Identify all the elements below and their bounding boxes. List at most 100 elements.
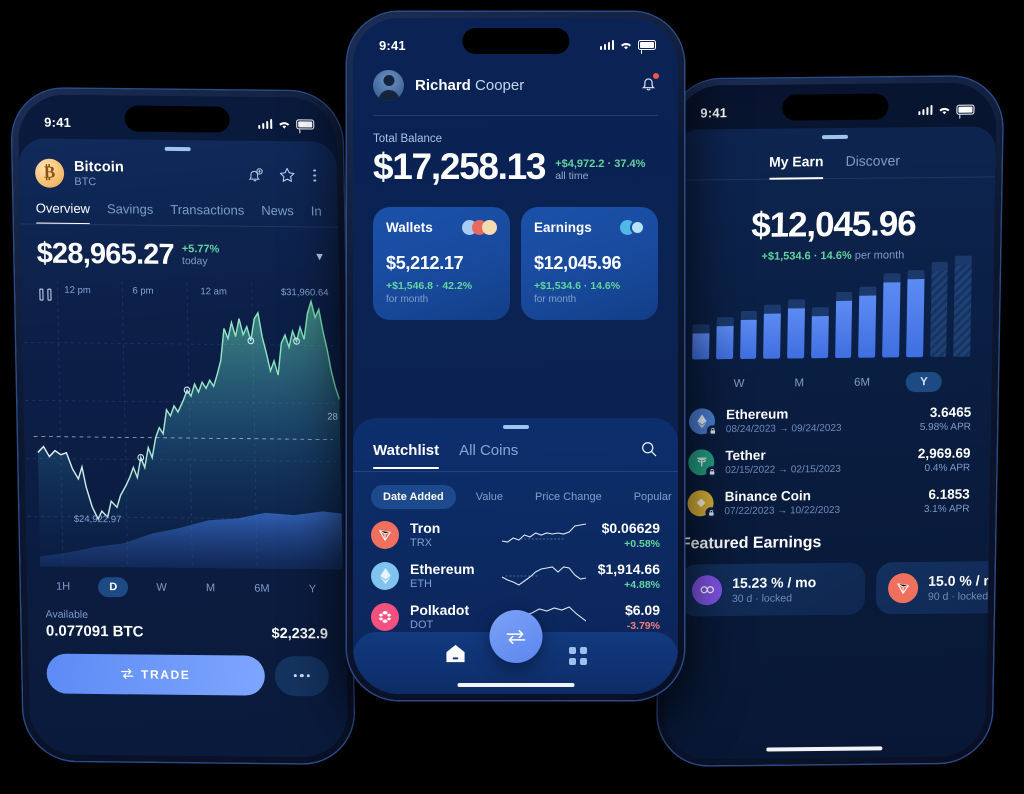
coin-meta: Ethereum ETH <box>410 561 502 590</box>
ethereum-icon <box>688 407 718 436</box>
wallets-card[interactable]: Wallets $5,212.17 +$1,546.8 · 42.2% for … <box>373 207 510 320</box>
user-last-name: Cooper <box>475 77 525 94</box>
coin-detail-sheet: ₿ Bitcoin BTC Overview Savings Transacti… <box>18 138 349 758</box>
available-usd: $2,232.9 <box>271 625 329 642</box>
list-item[interactable]: Tether 02/15/2022 → 02/15/2023 2,969.69 … <box>668 432 991 477</box>
status-indicators <box>257 118 315 130</box>
coin-change: +0.58% <box>624 537 660 550</box>
list-item[interactable]: Tron TRX $0.06629 +0.58% <box>353 509 678 550</box>
status-time: 9:41 <box>700 104 728 120</box>
more-options-button[interactable] <box>274 655 330 696</box>
nav-apps-button[interactable] <box>569 647 587 665</box>
watchlist-filters: Date Added Value Price Change Popular <box>353 472 678 509</box>
wifi-icon <box>939 107 950 114</box>
trade-button[interactable]: TRADE <box>46 652 266 696</box>
tab-watchlist[interactable]: Watchlist <box>373 442 440 469</box>
earnings-card-header: Earnings <box>534 219 645 235</box>
user-row: Richard Cooper <box>373 70 659 101</box>
range-w[interactable]: W <box>145 577 178 597</box>
notification-bell-button[interactable] <box>639 72 659 98</box>
cellular-signal-icon <box>917 105 933 116</box>
bar-column <box>858 286 877 358</box>
total-balance-row: $17,258.13 +$4,972.2 · 37.4% all time <box>353 145 678 187</box>
status-indicators <box>917 104 975 116</box>
earn-amount-block: 3.6465 5.98% APR <box>920 404 972 433</box>
earn-range-6m[interactable]: 6M <box>840 372 884 392</box>
bell-plus-icon[interactable] <box>247 166 264 183</box>
range-d[interactable]: D <box>98 576 129 597</box>
earnings-card-value: $12,045.96 <box>534 252 622 273</box>
list-item[interactable]: Ethereum 08/24/2023 → 09/24/2023 3.6465 … <box>669 391 992 436</box>
earn-change: +$1,534.6 · 14.6% <box>761 249 852 263</box>
featured-meta: 15.0 % / mo 90 d · locked <box>928 572 997 603</box>
wallets-card-change: +$1,546.8 · 42.2% <box>386 279 473 292</box>
tab-discover[interactable]: Discover <box>845 152 900 178</box>
filter-value[interactable]: Value <box>464 485 515 509</box>
list-item[interactable]: Binance Coin 07/22/2023 → 10/22/2023 6.1… <box>667 473 990 518</box>
chart-range-selector: 1H D W M 6M Y <box>27 566 346 605</box>
kebab-menu-icon[interactable] <box>310 167 319 184</box>
chart-xtick-1: 6 pm <box>132 285 154 297</box>
coin-price: $1,914.66 <box>597 560 660 577</box>
coin-name: Polkadot <box>410 602 470 618</box>
coin-change-period: today <box>181 255 208 268</box>
range-y[interactable]: Y <box>298 579 328 599</box>
earnings-coins-icon <box>620 219 645 235</box>
coin-price-block: $6.09 -3.79% <box>586 602 660 632</box>
earn-sheet: My Earn Discover $12,045.96 +$1,534.6 · … <box>663 126 997 760</box>
price-chart[interactable]: 12 pm 6 pm 12 am $31,960.64 $24,922.97 2… <box>23 280 343 570</box>
filter-price-change[interactable]: Price Change <box>523 485 614 509</box>
bar-column-projected <box>929 261 949 357</box>
range-6m[interactable]: 6M <box>243 578 281 598</box>
swap-fab-button[interactable] <box>489 610 542 663</box>
filter-date-added[interactable]: Date Added <box>371 484 456 509</box>
avatar[interactable] <box>373 70 404 101</box>
battery-icon <box>296 119 315 130</box>
search-button[interactable] <box>640 440 658 471</box>
earn-dates: 02/15/2022 → 02/15/2023 <box>725 463 841 476</box>
coin-tabs: Overview Savings Transactions News In <box>19 190 339 228</box>
filter-popular[interactable]: Popular <box>622 485 678 509</box>
earn-apr: 5.98% APR <box>919 421 972 433</box>
coin-name: Ethereum <box>410 561 475 577</box>
chart-type-candlestick-icon[interactable] <box>39 288 52 301</box>
earn-coin-name: Tether <box>725 447 766 463</box>
range-m[interactable]: M <box>195 578 227 598</box>
tab-news[interactable]: News <box>261 202 294 225</box>
chevron-down-icon[interactable]: ▾ <box>316 248 323 264</box>
total-balance-value: $17,258.13 <box>373 146 546 187</box>
tab-all-coins[interactable]: All Coins <box>459 442 518 468</box>
range-1h[interactable]: 1H <box>45 576 81 596</box>
earn-meta: Tether 02/15/2022 → 02/15/2023 <box>725 446 918 476</box>
tab-savings[interactable]: Savings <box>107 201 154 224</box>
earnings-card[interactable]: Earnings $12,045.96 +$1,534.6 · 14.6% fo… <box>521 207 658 320</box>
phone-center-screen: 9:41 Richard Cooper Total Balance $17,25… <box>353 18 678 694</box>
earnings-card-change: +$1,534.6 · 14.6% <box>534 279 621 292</box>
featured-terms: 90 d · locked <box>927 589 989 603</box>
wifi-icon <box>621 42 631 49</box>
earn-range-m[interactable]: M <box>780 373 818 393</box>
list-item[interactable]: Ethereum ETH $1,914.66 +4.88% <box>353 550 678 591</box>
search-icon <box>642 441 657 456</box>
watchlist-tabs: Watchlist All Coins <box>353 429 678 472</box>
coin-ticker: BTC <box>74 175 97 188</box>
star-icon[interactable] <box>278 166 296 184</box>
binance-coin-icon <box>687 489 717 518</box>
earn-range-y[interactable]: Y <box>905 371 942 392</box>
trade-button-label: TRADE <box>140 666 191 682</box>
status-time: 9:41 <box>379 37 406 53</box>
earn-range-w[interactable]: W <box>719 373 758 393</box>
coin-header-actions <box>247 166 321 185</box>
coin-price-row: $28,965.27 +5.77% today ▾ <box>20 224 339 283</box>
earn-amount: 6.1853 <box>928 486 970 502</box>
featured-card[interactable]: 15.23 % / mo 30 d · locked <box>679 562 866 617</box>
tab-transactions[interactable]: Transactions <box>170 201 244 225</box>
tab-my-earn[interactable]: My Earn <box>769 153 824 179</box>
wallets-card-header: Wallets <box>386 219 497 235</box>
nav-home-button[interactable] <box>444 643 467 669</box>
tab-info[interactable]: In <box>311 203 322 226</box>
tab-overview[interactable]: Overview <box>36 200 91 224</box>
polkadot-icon <box>371 602 399 631</box>
featured-card[interactable]: 15.0 % / mo 90 d · locked <box>875 560 997 614</box>
cellular-signal-icon <box>599 40 614 50</box>
